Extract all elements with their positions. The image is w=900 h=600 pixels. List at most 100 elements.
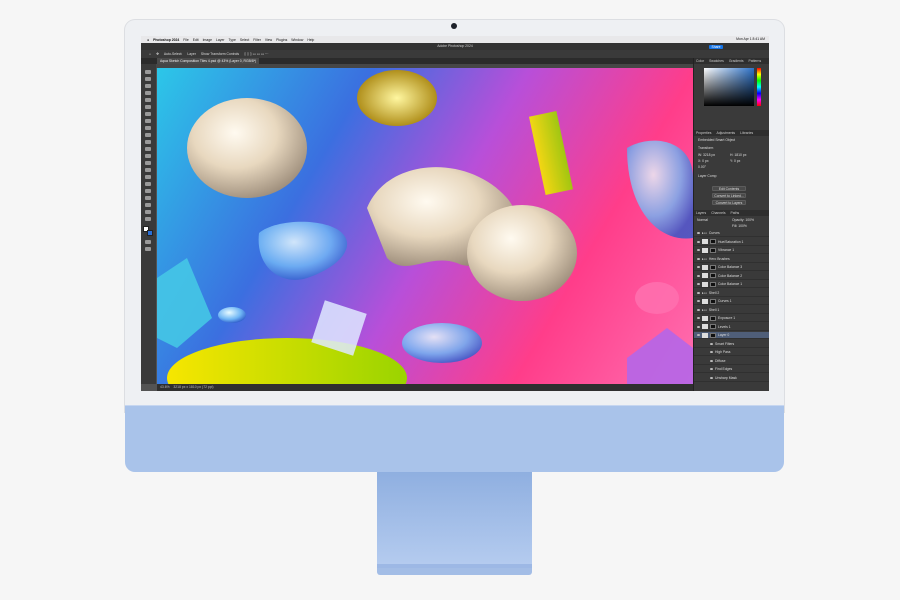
visibility-eye-icon[interactable] [697, 334, 700, 336]
layer-row[interactable]: Color Balance 3 [694, 264, 769, 271]
shape-tool-icon[interactable] [145, 196, 151, 200]
tab-adjustments[interactable]: Adjustments [716, 130, 735, 136]
brush-tool-icon[interactable] [145, 126, 151, 130]
screen-mode-icon[interactable] [145, 247, 151, 251]
visibility-eye-icon[interactable] [710, 376, 713, 379]
zoom-level[interactable]: 43.6% [160, 385, 170, 389]
layer-row[interactable]: ▸▭ Shell 1 [694, 307, 769, 314]
opacity-field[interactable]: Opacity: 100% [732, 218, 754, 222]
visibility-eye-icon[interactable] [697, 240, 700, 243]
menu-edit[interactable]: Edit [193, 38, 199, 42]
crop-tool-icon[interactable] [145, 98, 151, 102]
layer-row[interactable]: ▸▭ Shell 2 [694, 290, 769, 297]
layer-row[interactable]: ▸▭ Curves [694, 230, 769, 237]
visibility-eye-icon[interactable] [697, 274, 700, 277]
apple-icon[interactable]: ● [147, 38, 149, 42]
home-icon[interactable]: ⌂ [149, 52, 151, 56]
visibility-eye-icon[interactable] [697, 283, 700, 285]
folder-icon[interactable]: ▸▭ [702, 291, 707, 295]
pen-tool-icon[interactable] [145, 175, 151, 179]
visibility-eye-icon[interactable] [697, 300, 700, 302]
gradient-tool-icon[interactable] [145, 154, 151, 158]
zoom-tool-icon[interactable] [145, 210, 151, 214]
layer-row[interactable]: Levels 1 [694, 324, 769, 331]
menu-view[interactable]: View [265, 38, 272, 42]
layer-row[interactable]: Layer 0 [694, 332, 769, 339]
visibility-eye-icon[interactable] [697, 257, 700, 260]
tab-gradients[interactable]: Gradients [729, 58, 744, 64]
layer-row[interactable]: ▸▭ Hero Brushes [694, 256, 769, 263]
auto-select-label[interactable]: Auto-Select: [164, 52, 182, 56]
fill-field[interactable]: Fill: 100% [732, 224, 747, 228]
tab-swatches[interactable]: Swatches [709, 58, 724, 64]
healing-brush-tool-icon[interactable] [145, 119, 151, 123]
tab-channels[interactable]: Channels [711, 210, 725, 216]
x-field[interactable]: X: 0 px [698, 159, 709, 163]
eyedropper-tool-icon[interactable] [145, 112, 151, 116]
height-field[interactable]: H: 1810 px [730, 153, 746, 157]
layer-row[interactable]: Color Balance 2 [694, 273, 769, 280]
blend-mode-select[interactable]: Normal [697, 218, 708, 222]
layer-row[interactable]: Vibrance 1 [694, 247, 769, 254]
visibility-eye-icon[interactable] [697, 291, 700, 294]
visibility-eye-icon[interactable] [710, 342, 713, 345]
move-tool-icon[interactable] [145, 70, 151, 74]
share-button[interactable]: Share [709, 45, 723, 49]
convert-linked-button[interactable]: Convert to Linked... [712, 193, 746, 198]
tab-patterns[interactable]: Patterns [749, 58, 762, 64]
quick-mask-icon[interactable] [145, 240, 151, 244]
layer-row[interactable]: Exposure 1 [694, 315, 769, 322]
move-tool-icon[interactable]: ✥ [156, 52, 159, 56]
visibility-eye-icon[interactable] [710, 359, 713, 362]
document-canvas[interactable] [157, 68, 693, 384]
visibility-eye-icon[interactable] [697, 232, 700, 234]
layer-row[interactable]: Find Edges [694, 366, 769, 373]
marquee-tool-icon[interactable] [145, 77, 151, 81]
auto-select-target[interactable]: Layer [187, 52, 195, 56]
y-field[interactable]: Y: 0 px [730, 159, 740, 163]
menu-image[interactable]: Image [203, 38, 212, 42]
tab-libraries[interactable]: Libraries [740, 130, 753, 136]
width-field[interactable]: W: 3218 px [698, 153, 715, 157]
background-color-swatch[interactable] [147, 230, 153, 236]
layer-row[interactable]: Hue/Saturation 1 [694, 239, 769, 246]
clone-stamp-tool-icon[interactable] [145, 133, 151, 137]
menu-plugins[interactable]: Plugins [276, 38, 287, 42]
angle-field[interactable]: 0.00° [698, 165, 706, 169]
layer-row[interactable]: Unsharp Mask [694, 375, 769, 382]
tab-color[interactable]: Color [696, 58, 704, 64]
path-select-tool-icon[interactable] [145, 189, 151, 193]
layer-row[interactable]: High Pass [694, 349, 769, 356]
tab-properties[interactable]: Properties [696, 130, 711, 136]
menu-app-name[interactable]: Photoshop 2024 [153, 38, 179, 42]
align-icons[interactable]: ▯ ▯ ▯ ▭ ▭ ▭ ⋯ [244, 52, 268, 56]
folder-icon[interactable]: ▸▭ [702, 257, 707, 261]
visibility-eye-icon[interactable] [697, 325, 700, 328]
menu-file[interactable]: File [183, 38, 188, 42]
folder-icon[interactable]: ▸▭ [702, 231, 707, 235]
frame-tool-icon[interactable] [145, 105, 151, 109]
edit-contents-button[interactable]: Edit Contents [712, 186, 746, 191]
eraser-tool-icon[interactable] [145, 147, 151, 151]
hand-tool-icon[interactable] [145, 203, 151, 207]
object-select-tool-icon[interactable] [145, 91, 151, 95]
tab-paths[interactable]: Paths [731, 210, 740, 216]
blur-tool-icon[interactable] [145, 161, 151, 165]
transform-controls-checkbox[interactable]: Show Transform Controls [201, 52, 239, 56]
tab-layers[interactable]: Layers [696, 210, 706, 216]
folder-icon[interactable]: ▸▭ [702, 308, 707, 312]
menu-window[interactable]: Window [291, 38, 303, 42]
visibility-eye-icon[interactable] [710, 368, 713, 370]
history-brush-tool-icon[interactable] [145, 140, 151, 144]
layer-row[interactable]: Diffuse [694, 358, 769, 365]
visibility-eye-icon[interactable] [697, 308, 700, 311]
lasso-tool-icon[interactable] [145, 84, 151, 88]
menu-help[interactable]: Help [307, 38, 314, 42]
visibility-eye-icon[interactable] [697, 317, 700, 319]
menu-select[interactable]: Select [240, 38, 249, 42]
menu-type[interactable]: Type [229, 38, 236, 42]
type-tool-icon[interactable] [145, 182, 151, 186]
layer-row[interactable]: Color Balance 1 [694, 281, 769, 288]
color-picker-field[interactable] [704, 68, 754, 106]
menu-filter[interactable]: Filter [253, 38, 261, 42]
